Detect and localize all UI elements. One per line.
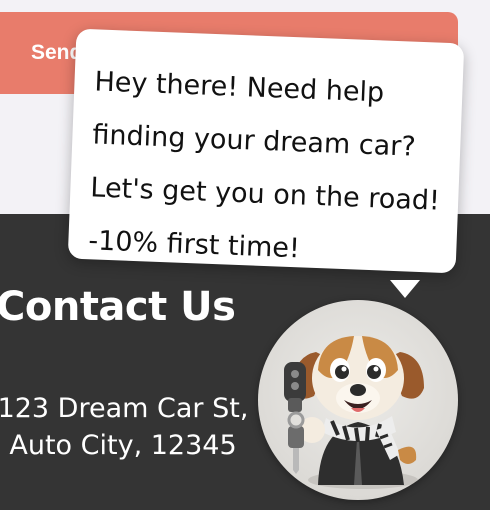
chatbot-avatar-button[interactable] xyxy=(258,300,458,500)
chat-greeting-bubble[interactable]: Hey there! Need help finding your dream … xyxy=(67,28,465,274)
dog-mascot-icon xyxy=(284,336,424,489)
chat-greeting-text: Hey there! Need help finding your dream … xyxy=(87,66,441,265)
chat-bubble-tail xyxy=(390,280,420,298)
contact-address: 123 Dream Car St, Auto City, 12345 xyxy=(0,393,249,461)
contact-title: Contact Us xyxy=(0,284,236,330)
